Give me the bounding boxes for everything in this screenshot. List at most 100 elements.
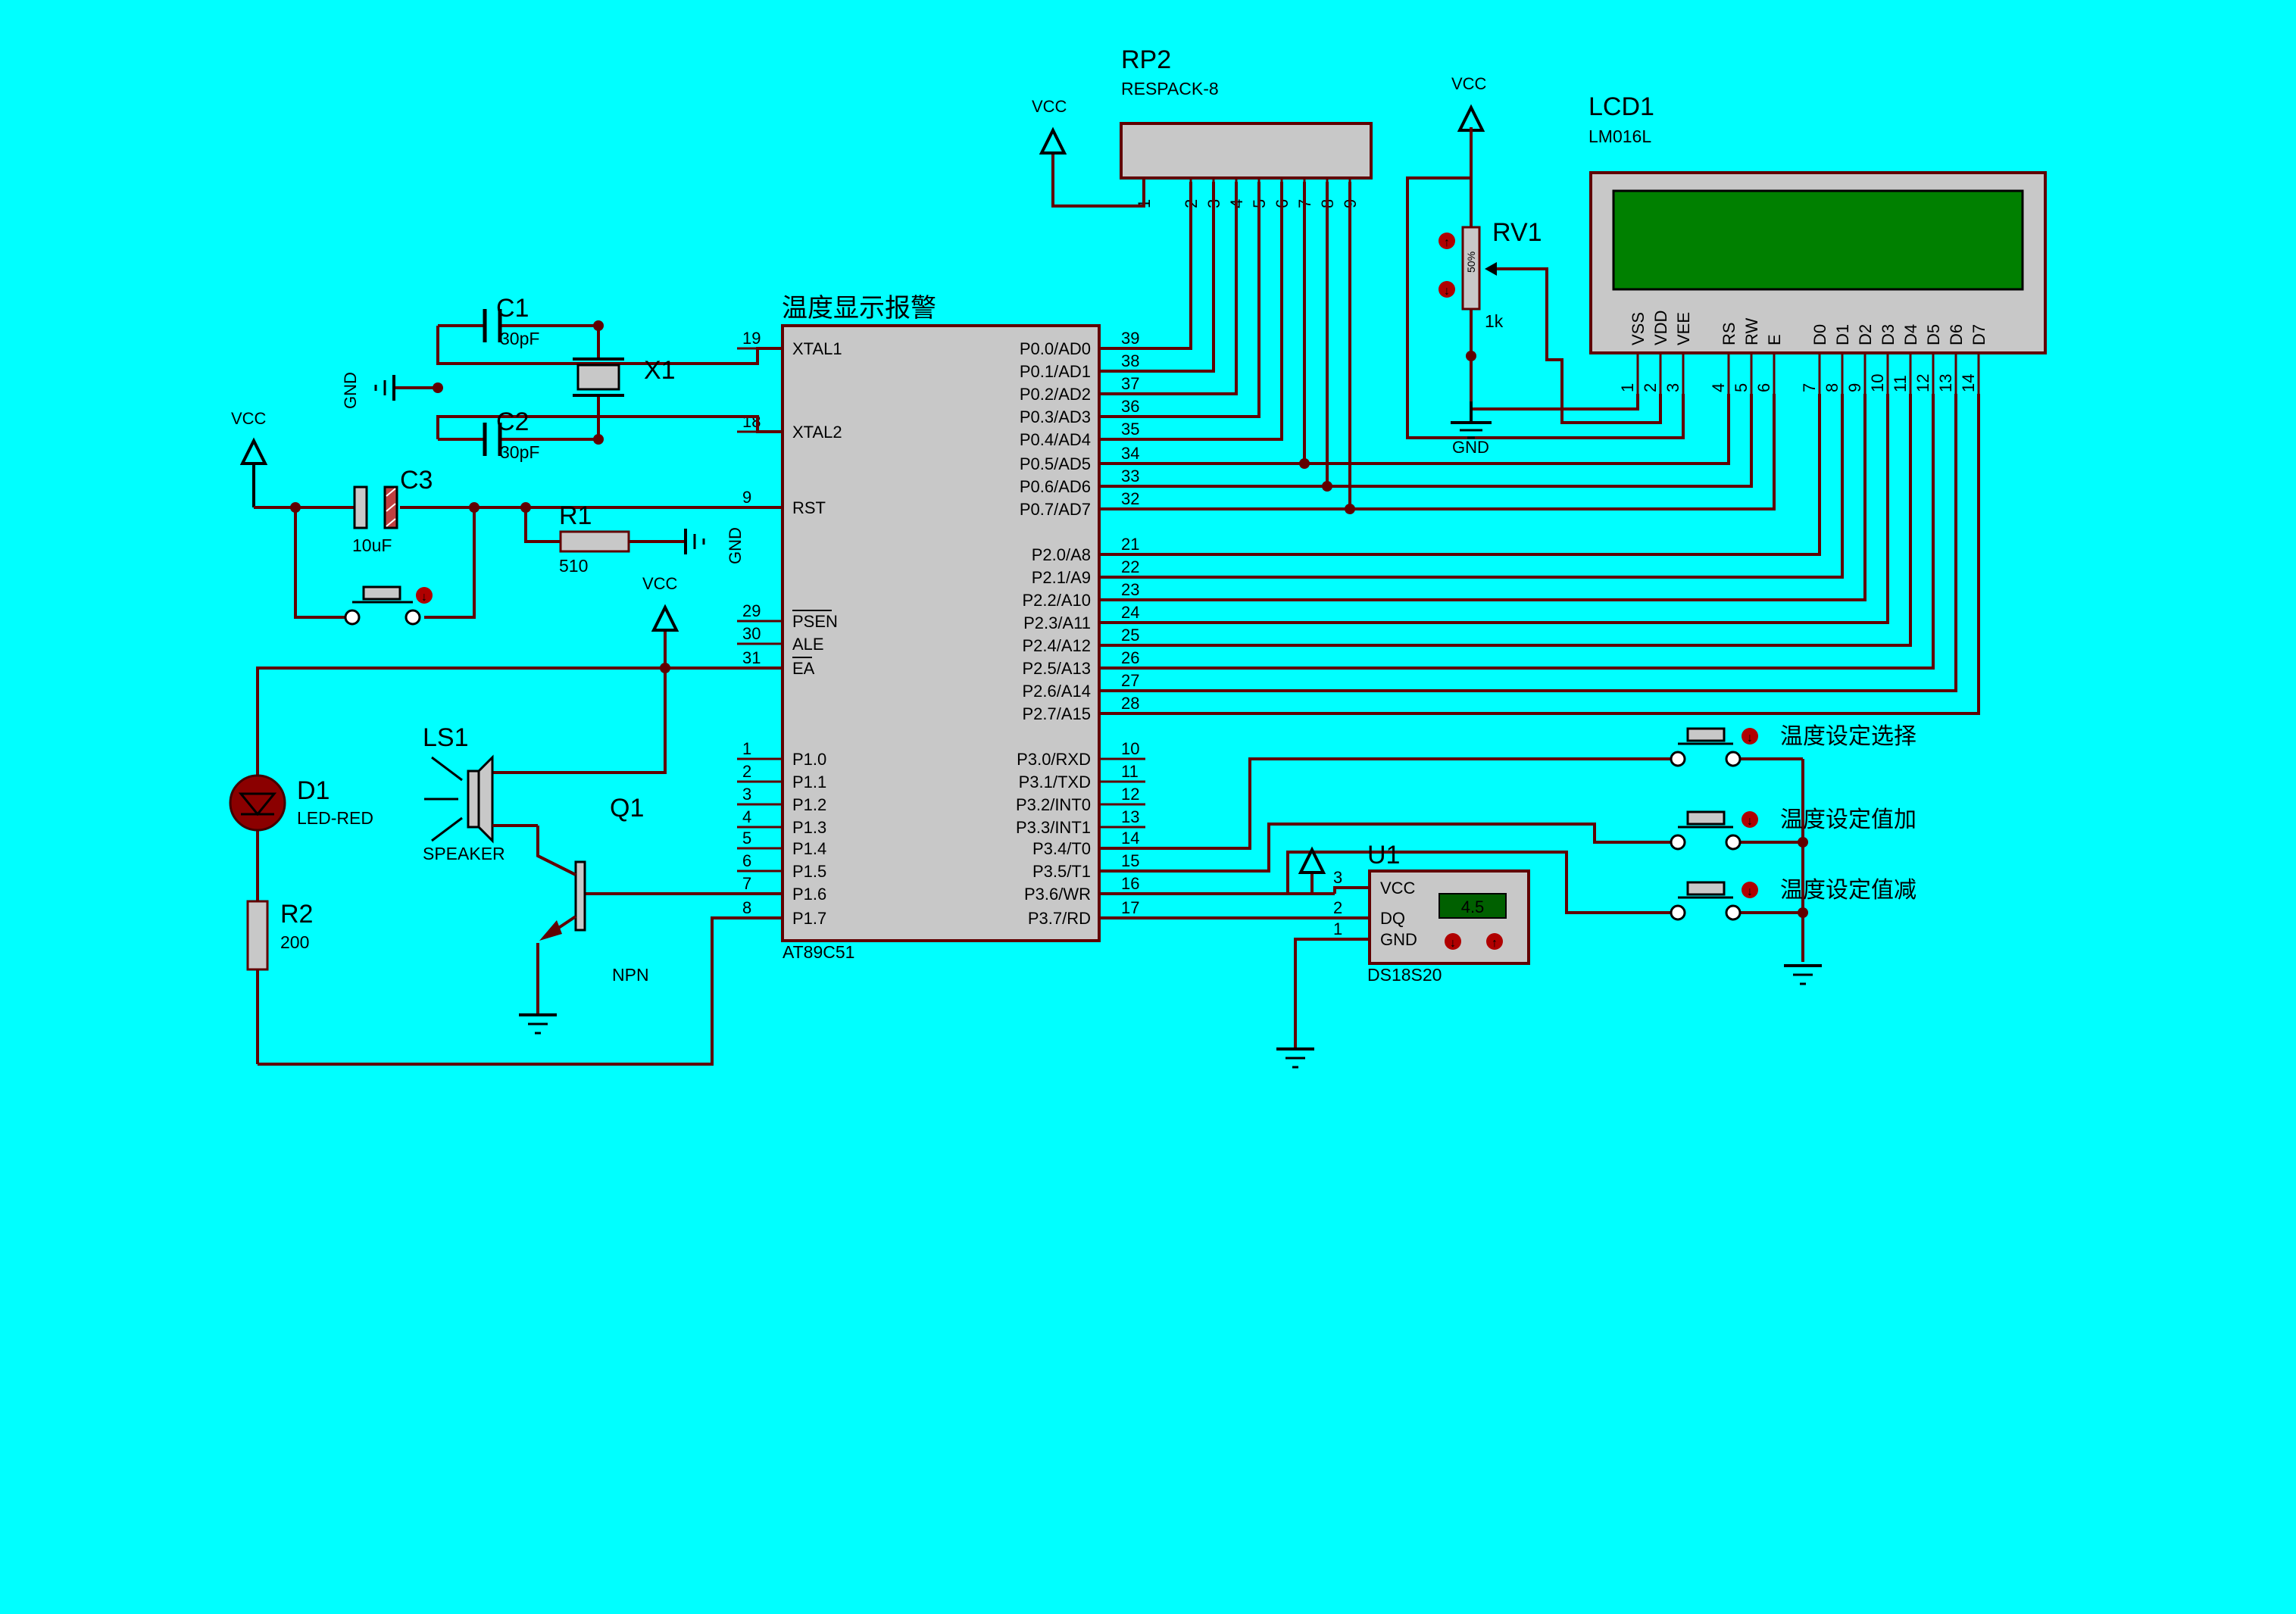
- pin-number: 14: [1121, 829, 1139, 848]
- pin-name: P2.1/A9: [1032, 568, 1091, 587]
- pin-number: 27: [1121, 671, 1139, 690]
- pin-name: D6: [1947, 324, 1966, 345]
- pin-number: 28: [1121, 694, 1139, 713]
- pin-number: 11: [1891, 375, 1910, 392]
- pin-name: P3.7/RD: [1028, 909, 1091, 928]
- rp2-resistor-pack[interactable]: RP2 RESPACK-8: [1120, 45, 1373, 180]
- gnd-terminal-r1: GND: [684, 527, 745, 564]
- svg-text:510: 510: [559, 556, 588, 576]
- svg-text:R2: R2: [280, 900, 313, 929]
- pin-number: 4: [1709, 383, 1728, 392]
- schematic: RP2 RESPACK-8 123456789 VCC 温度显示报警 AT89C…: [229, 45, 2047, 1069]
- pin-number: 39: [1121, 329, 1139, 348]
- pin-number: 2: [742, 762, 751, 781]
- gnd-terminal-crystal: GND: [341, 372, 395, 409]
- vcc-terminal-rp2: VCC: [1032, 97, 1067, 155]
- pin-name: P0.1/AD1: [1020, 362, 1091, 381]
- pin-name: P0.7/AD7: [1020, 500, 1091, 519]
- rv1-potentiometer[interactable]: 50% RV1 1k ↑ ↓: [1439, 127, 1542, 356]
- pin-name: P1.2: [792, 795, 826, 814]
- pin-name: P0.3/AD3: [1020, 407, 1091, 426]
- pin-name: D4: [1901, 324, 1920, 345]
- pin-name: P2.0/A8: [1032, 545, 1091, 564]
- pin-name: P1.7: [792, 909, 826, 928]
- pin-name: P1.3: [792, 818, 826, 837]
- pin-number: 6: [742, 851, 751, 870]
- pin-number: 1: [1333, 919, 1342, 938]
- pin-number: 16: [1121, 874, 1139, 893]
- pin-number: 22: [1121, 557, 1139, 576]
- pin-name: E: [1765, 334, 1784, 345]
- pin-number: 3: [1663, 383, 1682, 392]
- svg-text:C2: C2: [496, 407, 529, 436]
- ls1-speaker[interactable]: LS1 SPEAKER: [423, 723, 584, 880]
- svg-text:200: 200: [280, 932, 309, 952]
- pin-name: PSEN: [792, 612, 838, 631]
- d1-led[interactable]: D1 LED-RED: [229, 774, 373, 832]
- pin-number: 7: [742, 874, 751, 893]
- vcc-terminal-rv1: VCC: [1451, 74, 1487, 132]
- pin-name: D1: [1833, 324, 1852, 345]
- svg-text:↑: ↑: [1492, 937, 1498, 950]
- pin-number: 2: [1333, 898, 1342, 917]
- pin-name: XTAL2: [792, 423, 842, 442]
- pin-name: VEE: [1674, 312, 1693, 345]
- pin-name: P1.6: [792, 885, 826, 904]
- pin-name: D7: [1970, 324, 1988, 345]
- x1-crystal[interactable]: X1: [573, 356, 676, 397]
- svg-text:30pF: 30pF: [500, 442, 539, 462]
- pin-number: 33: [1121, 467, 1139, 485]
- pin-number: 14: [1959, 374, 1978, 392]
- setting-buttons: ↓ 温度设定选择 ↓ 温度设定值加 ↓ 温度设定值减: [1670, 723, 1916, 921]
- svg-text:D1: D1: [297, 776, 330, 805]
- svg-text:SPEAKER: SPEAKER: [423, 844, 505, 863]
- pin-name: RS: [1720, 322, 1738, 345]
- svg-text:↓: ↓: [1747, 885, 1753, 898]
- pin-name: P2.7/A15: [1022, 704, 1091, 723]
- pin-number: 35: [1121, 420, 1139, 439]
- rp2-value: RESPACK-8: [1121, 79, 1219, 98]
- pin-number: 24: [1121, 603, 1139, 622]
- mcu-name: AT89C51: [783, 942, 854, 962]
- pin-number: 7: [1800, 383, 1819, 392]
- svg-text:DS18S20: DS18S20: [1367, 965, 1442, 985]
- reset-button[interactable]: ↓: [344, 585, 433, 626]
- rv1-percent: 50%: [1465, 251, 1477, 273]
- setting-button-label: 温度设定值减: [1780, 877, 1916, 904]
- pin-number: 6: [1754, 383, 1773, 392]
- pin-name: P1.1: [792, 773, 826, 791]
- pin-name: P1.0: [792, 750, 826, 769]
- pin-number: 8: [742, 898, 751, 917]
- pin-name: P3.2/INT0: [1016, 795, 1091, 814]
- pin-number: 9: [1845, 383, 1864, 392]
- pin-name: RW: [1742, 318, 1761, 345]
- pin-name: P2.4/A12: [1022, 636, 1091, 655]
- pin-number: 17: [1121, 898, 1139, 917]
- pin-number: 5: [742, 829, 751, 848]
- pin-number: 12: [1913, 374, 1932, 392]
- pin-number: 31: [742, 648, 761, 667]
- pin-name: P1.5: [792, 862, 826, 881]
- svg-text:VCC: VCC: [642, 574, 678, 593]
- pin-name: RST: [792, 498, 826, 517]
- q1-npn-transistor[interactable]: Q1 NPN: [537, 794, 649, 985]
- pin-name: P0.5/AD5: [1020, 454, 1091, 473]
- pin-number: 13: [1936, 374, 1955, 392]
- pin-name: EA: [792, 659, 815, 678]
- pin-number: 1: [1618, 383, 1637, 392]
- setting-button-label: 温度设定选择: [1780, 723, 1916, 750]
- pin-name: GND: [1380, 930, 1417, 949]
- c3-capacitor[interactable]: C3 10uF: [352, 466, 433, 555]
- pin-name: P2.6/A14: [1022, 682, 1091, 701]
- pin-name: XTAL1: [792, 339, 842, 358]
- pin-number: 30: [742, 624, 761, 643]
- r2-resistor[interactable]: R2 200: [246, 900, 313, 971]
- pin-number: 2: [1641, 383, 1660, 392]
- pin-name: P3.1/TXD: [1019, 773, 1091, 791]
- pin-name: P3.6/WR: [1024, 885, 1091, 904]
- svg-text:LS1: LS1: [423, 723, 469, 752]
- c1-capacitor[interactable]: C1 30pF: [483, 294, 539, 348]
- pin-number: 32: [1121, 489, 1139, 508]
- svg-text:↓: ↓: [1444, 285, 1450, 298]
- r1-resistor[interactable]: R1 510: [559, 501, 630, 576]
